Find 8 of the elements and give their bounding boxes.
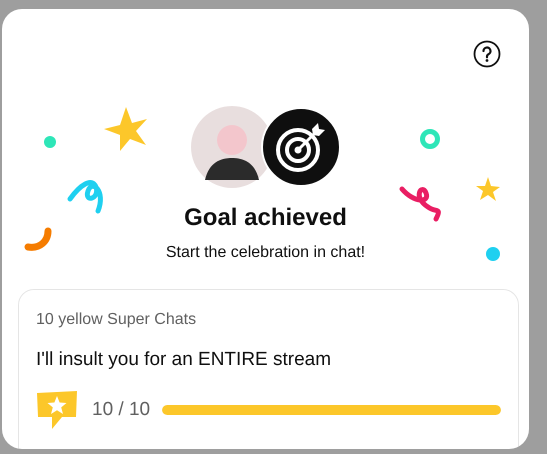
progress-count: 10 / 10 — [92, 398, 150, 422]
super-chat-icon — [36, 391, 78, 429]
help-button[interactable] — [473, 40, 501, 68]
goal-requirement: 10 yellow Super Chats — [36, 310, 198, 330]
dialog-title: Goal achieved — [184, 203, 347, 233]
goal-description: I'll insult you for an ENTIRE stream — [36, 348, 332, 372]
dialog-subtitle: Start the celebration in chat! — [166, 243, 366, 263]
target-icon — [260, 107, 340, 187]
